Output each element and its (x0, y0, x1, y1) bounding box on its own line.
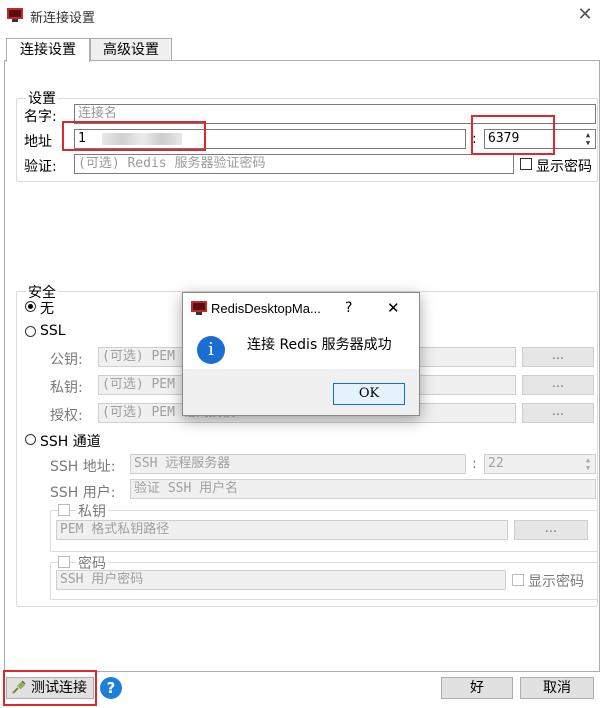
ssh-user-label: SSH 用户: (50, 485, 116, 501)
title-bar: 新连接设置 ✕ (0, 0, 602, 32)
spin-arrows-icon[interactable]: ▲ ▼ (582, 131, 594, 147)
security-none-label: 无 (40, 301, 54, 317)
ssh-address-label: SSH 地址: (50, 459, 116, 475)
ssh-port-colon: : (472, 456, 477, 472)
security-none-radio[interactable] (25, 301, 36, 312)
ssh-user-input[interactable]: 验证 SSH 用户名 (130, 479, 596, 499)
auth-password-input[interactable]: (可选) Redis 服务器验证密码 (74, 154, 514, 174)
ssh-spin-arrows-icon[interactable]: ▲ ▼ (582, 456, 594, 472)
ssh-pem-path-input[interactable]: PEM 格式私钥路径 (56, 520, 508, 540)
security-ssh-radio[interactable] (25, 434, 36, 445)
ssh-port-spinbox[interactable]: 22 ▲ ▼ (484, 454, 596, 474)
security-ssl-label: SSL (40, 323, 66, 339)
security-ssl-radio[interactable] (25, 326, 36, 337)
dialog-close-icon[interactable]: ✕ (387, 299, 400, 317)
public-key-label: 公钥: (50, 352, 83, 368)
window-title: 新连接设置 (30, 11, 96, 26)
ssh-private-key-checkbox[interactable] (58, 504, 70, 516)
tab-advanced-settings[interactable]: 高级设置 (90, 38, 172, 61)
settings-group-title: 设置 (26, 88, 58, 108)
ssh-show-password-label: 显示密码 (528, 574, 584, 590)
private-key-label: 私钥: (50, 380, 83, 396)
ssh-address-input[interactable]: SSH 远程服务器 (130, 454, 466, 474)
dialog-message: 连接 Redis 服务器成功 (247, 337, 392, 353)
security-ssh-label: SSH 通道 (40, 434, 101, 450)
window-close-icon[interactable]: ✕ (574, 4, 596, 26)
dialog-ok-button[interactable]: OK (333, 383, 405, 405)
private-key-browse-button[interactable]: ... (522, 375, 594, 395)
info-icon: i (197, 336, 225, 364)
highlight-test-connection (3, 670, 97, 706)
redis-app-icon (7, 8, 23, 22)
auth-label: 验证: (24, 159, 57, 175)
dialog-app-icon (191, 301, 207, 315)
highlight-address (62, 121, 206, 151)
public-key-browse-button[interactable]: ... (522, 347, 594, 367)
ssh-private-key-group-title: 私钥 (76, 501, 108, 521)
name-label: 名字: (24, 109, 57, 125)
highlight-port (471, 115, 555, 155)
dialog-title: RedisDesktopMa... (211, 301, 321, 316)
ssh-password-input[interactable]: SSH 用户密码 (56, 570, 506, 590)
help-icon[interactable]: ? (100, 677, 122, 699)
authority-label: 授权: (50, 408, 83, 424)
ssh-pem-browse-button[interactable]: ... (514, 520, 588, 540)
address-label: 地址 (24, 134, 52, 150)
show-password-label: 显示密码 (536, 159, 592, 175)
ssh-port-value: 22 (488, 456, 504, 471)
connection-success-dialog: RedisDesktopMa... ? ✕ i 连接 Redis 服务器成功 O… (182, 292, 420, 416)
tab-connection-settings[interactable]: 连接设置 (6, 38, 90, 62)
dialog-help-icon[interactable]: ? (345, 300, 352, 316)
ssh-password-checkbox[interactable] (58, 556, 70, 568)
authority-browse-button[interactable]: ... (522, 403, 594, 423)
ok-button[interactable]: 好 (441, 677, 513, 699)
cancel-button[interactable]: 取消 (520, 677, 594, 699)
ssh-show-password-checkbox[interactable] (512, 574, 524, 586)
show-password-checkbox[interactable] (520, 158, 532, 170)
